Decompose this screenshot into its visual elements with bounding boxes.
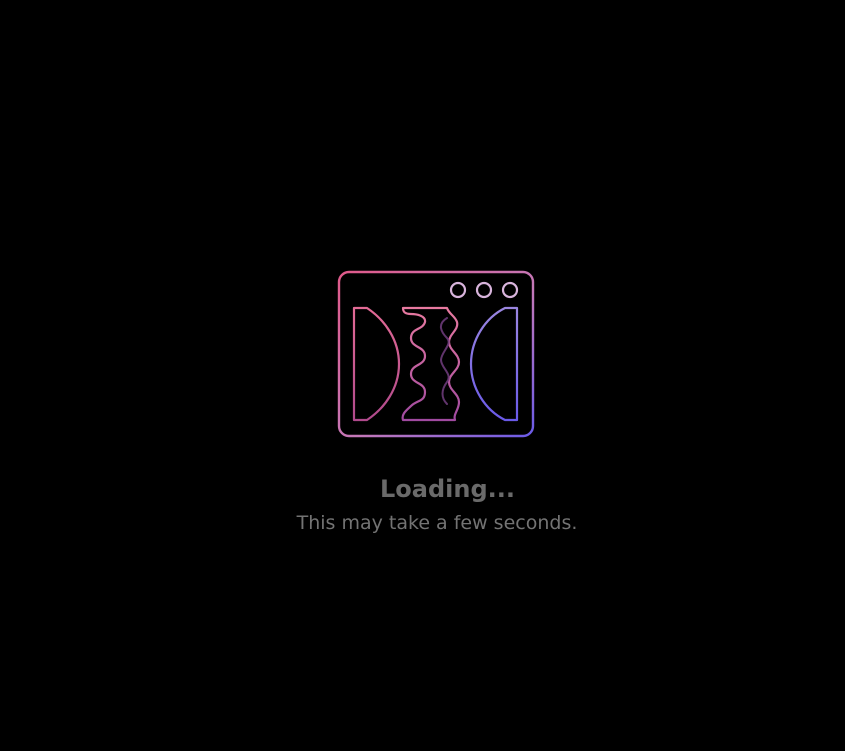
loading-title: Loading... [380,475,515,503]
middle-inner-wave [439,317,450,405]
loading-screen: Loading... This may take a few seconds. [0,0,845,751]
app-window-logo-icon [337,270,535,438]
loading-subtitle: This may take a few seconds. [296,512,578,534]
window-frame [337,270,535,438]
left-half-shape [352,306,401,422]
window-dot-2 [475,281,493,299]
window-dot-1 [449,281,467,299]
right-half-shape [469,306,519,422]
window-dot-3 [501,281,519,299]
middle-wave-shape [401,306,461,422]
